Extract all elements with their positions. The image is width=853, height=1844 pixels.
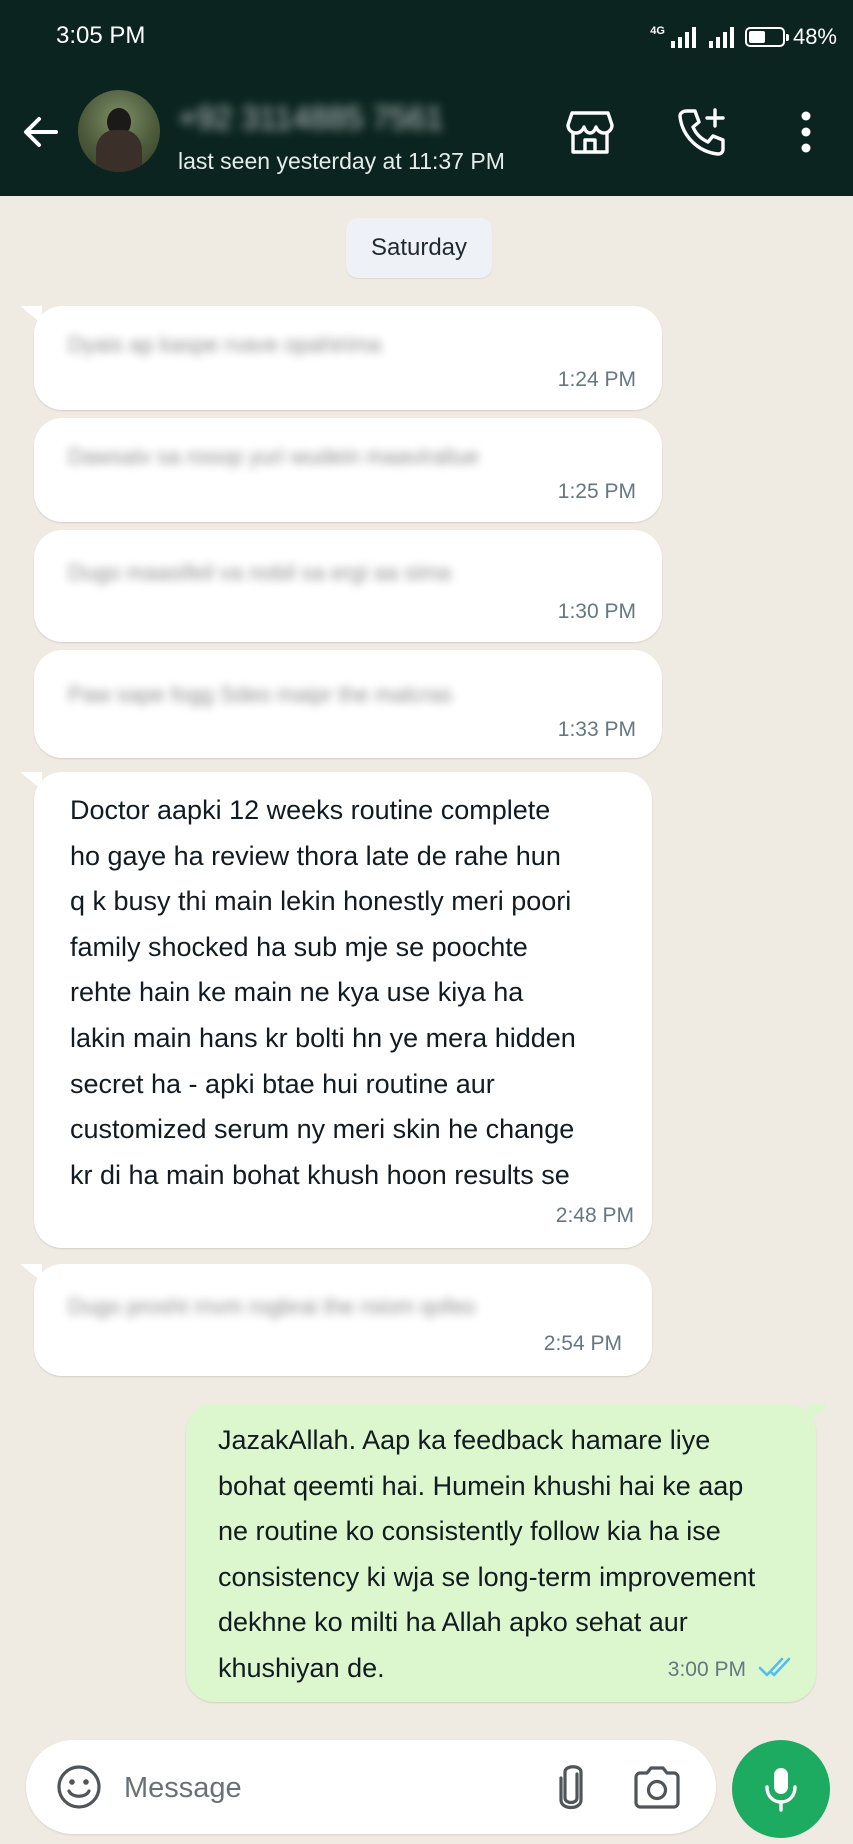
- incoming-message[interactable]: Doctor aapki 12 weeks routine complete h…: [20, 772, 652, 1248]
- message-time: 1:25 PM: [557, 480, 636, 503]
- message-text-redacted: Dugo maasifeil va nobil sa ergi aa sima: [68, 560, 451, 585]
- signal-icon: [708, 27, 734, 48]
- incoming-message[interactable]: Dyais ap kaspe rvave opahirima 1:24 PM: [20, 306, 662, 410]
- more-options-button[interactable]: [778, 104, 834, 160]
- incoming-message[interactable]: Paw sape fogg Sdeo maipr the malcras 1:3…: [34, 650, 662, 758]
- signal-icon: [670, 27, 696, 48]
- camera-button[interactable]: [630, 1762, 684, 1812]
- last-seen-status: last seen yesterday at 11:37 PM: [178, 148, 505, 174]
- more-vertical-icon: [801, 111, 811, 153]
- outgoing-message[interactable]: JazakAllah. Aap ka feedback hamare liye …: [186, 1404, 830, 1702]
- camera-icon: [634, 1766, 680, 1809]
- contact-name[interactable]: +92 3114885 7561: [178, 100, 443, 137]
- catalog-button[interactable]: [562, 104, 618, 160]
- message-input[interactable]: [122, 1758, 546, 1818]
- microphone-icon: [765, 1768, 797, 1812]
- battery-percent: 48%: [792, 24, 837, 49]
- back-button[interactable]: [14, 106, 66, 158]
- message-time: 2:54 PM: [543, 1332, 622, 1355]
- message-text-redacted: Dyais ap kaspe rvave opahirima: [68, 332, 382, 357]
- emoji-icon: [57, 1765, 101, 1809]
- status-time: 3:05 PM: [56, 22, 146, 49]
- message-time: 1:30 PM: [557, 600, 636, 623]
- back-arrow-icon: [24, 117, 58, 147]
- add-call-button[interactable]: [674, 104, 730, 160]
- message-time: 1:24 PM: [557, 368, 636, 391]
- message-text-redacted: Dugo prosht rnvm rogbrai the rsiom qofeo: [68, 1294, 476, 1319]
- status-bar: 3:05 PM 4G 48%: [0, 0, 853, 74]
- attach-button[interactable]: [546, 1762, 596, 1812]
- battery-icon: [744, 27, 789, 47]
- message-text: JazakAllah. Aap ka feedback hamare liye …: [218, 1425, 756, 1683]
- status-indicators: 4G 48%: [650, 20, 837, 54]
- message-composer: [26, 1740, 716, 1834]
- add-call-icon: [678, 108, 725, 156]
- incoming-message[interactable]: Dugo prosht rnvm rogbrai the rsiom qofeo…: [20, 1264, 652, 1376]
- date-divider: Saturday: [346, 218, 492, 278]
- message-text-redacted: Paw sape fogg Sdeo maipr the malcras: [68, 682, 452, 707]
- incoming-message[interactable]: Dawsaiv sa rooop yuri wudein maaviraliue…: [34, 418, 662, 522]
- message-time: 2:48 PM: [555, 1204, 634, 1227]
- emoji-button[interactable]: [54, 1762, 104, 1812]
- message-time: 3:00 PM: [667, 1658, 746, 1681]
- message-time: 1:33 PM: [557, 718, 636, 741]
- attachment-icon: [559, 1765, 583, 1810]
- network-type: 4G: [650, 24, 665, 37]
- store-icon: [566, 111, 614, 154]
- message-text: Doctor aapki 12 weeks routine complete h…: [70, 795, 576, 1190]
- contact-avatar[interactable]: [78, 90, 160, 172]
- read-receipt-icon: [758, 1657, 791, 1677]
- message-text-redacted: Dawsaiv sa rooop yuri wudein maaviraliue: [68, 444, 479, 469]
- incoming-message[interactable]: Dugo maasifeil va nobil sa ergi aa sima …: [34, 530, 662, 642]
- chat-header: 3:05 PM 4G 48% +92 3114885 7561 last see…: [0, 0, 853, 196]
- voice-message-button[interactable]: [732, 1740, 830, 1838]
